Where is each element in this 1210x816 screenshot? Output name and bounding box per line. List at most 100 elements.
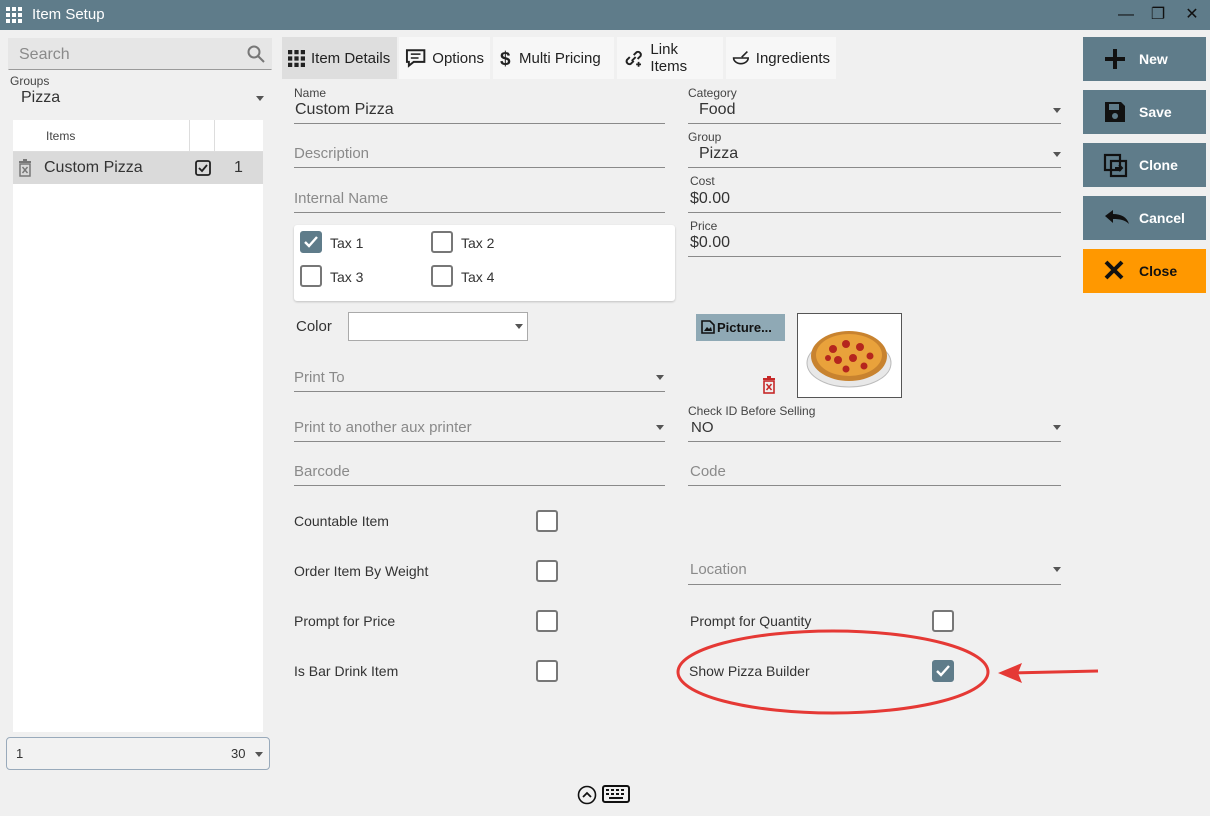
picture-button[interactable]: Picture... [696, 314, 785, 341]
pizza-image [806, 331, 892, 388]
trash-icon[interactable] [18, 159, 32, 177]
search-placeholder: Search [19, 46, 70, 63]
tab-label: Item Details [311, 49, 391, 67]
countable-item-label: Countable Item [294, 513, 389, 529]
location-select[interactable]: Location [690, 561, 747, 578]
groups-label: Groups [10, 74, 50, 88]
name-label: Name [294, 86, 327, 100]
dollar-icon: $ [500, 49, 511, 68]
bar-drink-checkbox[interactable] [536, 660, 558, 682]
order-by-weight-checkbox[interactable] [536, 560, 558, 582]
tab-ingredients[interactable]: Ingredients [726, 37, 836, 79]
check-id-caret-icon[interactable] [1053, 425, 1061, 430]
item-active-checkbox[interactable] [195, 160, 211, 176]
order-by-weight-label: Order Item By Weight [294, 563, 429, 579]
category-caret-icon[interactable] [1053, 108, 1061, 113]
check-id-underline [688, 441, 1061, 442]
tab-label: Options [432, 49, 484, 67]
minimize-button[interactable]: — [1115, 4, 1137, 26]
tab-link-items[interactable]: Link Items [617, 37, 723, 79]
plus-icon [1105, 49, 1125, 69]
search-icon[interactable] [247, 45, 265, 63]
print-to-select[interactable]: Print To [294, 369, 345, 386]
item-picture [797, 313, 902, 398]
name-underline [294, 123, 665, 124]
tax-2-checkbox[interactable] [431, 231, 453, 253]
tax-3-checkbox[interactable] [300, 265, 322, 287]
new-button[interactable]: New [1083, 37, 1206, 81]
cost-input[interactable]: $0.00 [690, 190, 730, 208]
close-button[interactable]: Close [1083, 249, 1206, 293]
restore-button[interactable]: ❐ [1147, 4, 1169, 26]
groups-dropdown-caret-icon[interactable] [256, 96, 264, 101]
price-input[interactable]: $0.00 [690, 234, 730, 252]
pager-size[interactable]: 30 [231, 746, 245, 761]
chevron-up-icon[interactable] [577, 785, 597, 805]
app-grid-icon [6, 7, 22, 23]
print-to-underline [294, 391, 665, 392]
print-to-caret-icon[interactable] [656, 375, 664, 380]
description-input[interactable]: Description [294, 145, 369, 162]
tab-item-details[interactable]: Item Details [282, 37, 397, 79]
tab-multi-pricing[interactable]: $ Multi Pricing [493, 37, 614, 79]
svg-text:$: $ [500, 49, 511, 68]
category-select[interactable]: Food [699, 101, 735, 119]
price-underline [688, 256, 1061, 257]
close-window-button[interactable]: ✕ [1181, 4, 1203, 26]
image-file-icon [701, 320, 715, 334]
description-underline [294, 167, 665, 168]
code-input[interactable]: Code [690, 463, 726, 480]
item-name: Custom Pizza [44, 159, 143, 176]
countable-item-checkbox[interactable] [536, 510, 558, 532]
search-input[interactable]: Search [8, 38, 272, 70]
color-label: Color [296, 318, 332, 335]
name-input[interactable]: Custom Pizza [295, 101, 394, 119]
color-caret-icon [515, 324, 523, 329]
delete-picture-icon[interactable] [762, 376, 776, 394]
tax-1-checkbox[interactable] [300, 231, 322, 253]
chat-icon [405, 49, 426, 68]
tab-label: Multi Pricing [519, 49, 601, 67]
check-id-select[interactable]: NO [691, 419, 714, 436]
tax-4-checkbox[interactable] [431, 265, 453, 287]
barcode-underline [294, 485, 665, 486]
save-button[interactable]: Save [1083, 90, 1206, 134]
price-label: Price [690, 219, 718, 233]
tab-options[interactable]: Options [399, 37, 490, 79]
group-select[interactable]: Pizza [699, 145, 738, 163]
code-underline [688, 485, 1061, 486]
group-caret-icon[interactable] [1053, 152, 1061, 157]
location-caret-icon[interactable] [1053, 567, 1061, 572]
cancel-button[interactable]: Cancel [1083, 196, 1206, 240]
tab-label: Link Items [650, 41, 688, 75]
group-label: Group [688, 130, 722, 144]
items-list-header: Items [13, 120, 263, 184]
check-icon [304, 236, 318, 248]
cost-underline [688, 212, 1061, 213]
prompt-price-checkbox[interactable] [536, 610, 558, 632]
barcode-input[interactable]: Barcode [294, 463, 350, 480]
tax-3-label: Tax 3 [330, 269, 364, 285]
bar-drink-label: Is Bar Drink Item [294, 663, 399, 679]
annotation-highlight [676, 629, 1099, 715]
link-icon [625, 50, 642, 67]
pager-size-caret-icon[interactable] [255, 752, 263, 757]
internal-name-input[interactable]: Internal Name [294, 190, 388, 207]
pager[interactable]: 1 30 [6, 737, 270, 770]
window-title: Item Setup [32, 6, 105, 23]
location-underline [688, 584, 1061, 585]
check-id-label: Check ID Before Selling [688, 404, 816, 418]
x-icon [1104, 260, 1124, 280]
clone-button[interactable]: Clone [1083, 143, 1206, 187]
table-row[interactable]: Custom Pizza 1 [13, 152, 263, 184]
groups-select[interactable]: Pizza [21, 89, 60, 107]
items-header: Items [46, 129, 76, 143]
aux-printer-select[interactable]: Print to another aux printer [294, 419, 472, 436]
color-select[interactable] [348, 312, 528, 341]
category-underline [688, 123, 1061, 124]
keyboard-icon[interactable] [602, 785, 630, 803]
bowl-icon [732, 50, 749, 65]
floppy-disk-icon [1105, 102, 1125, 122]
aux-printer-caret-icon[interactable] [656, 425, 664, 430]
tax-1-label: Tax 1 [330, 235, 364, 251]
